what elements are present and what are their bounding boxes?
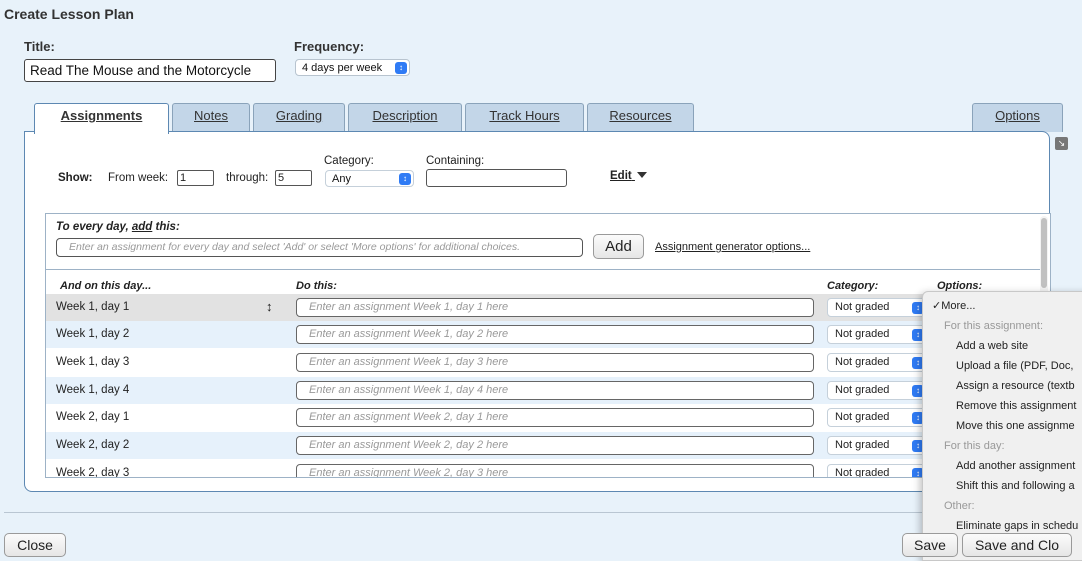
assignment-input[interactable]: Enter an assignment Week 1, day 3 here <box>296 353 814 372</box>
category-filter-value: Any <box>332 173 351 185</box>
table-row[interactable]: Week 1, day 4 Enter an assignment Week 1… <box>46 377 946 404</box>
row-day-label: Week 2, day 3 <box>56 467 130 478</box>
row-day-label: Week 1, day 3 <box>56 356 130 368</box>
close-button[interactable]: Close <box>4 533 66 557</box>
table-row[interactable]: Week 2, day 1 Enter an assignment Week 2… <box>46 404 946 431</box>
title-label: Title: <box>24 39 55 54</box>
row-category-value: Not graded <box>835 467 890 478</box>
page-title: Create Lesson Plan <box>4 6 134 22</box>
menu-item-more-label: More... <box>941 300 976 312</box>
tab-notes[interactable]: Notes <box>172 103 250 132</box>
chevron-updown-icon: ↕ <box>399 173 411 185</box>
divider <box>46 269 1041 270</box>
row-day-label: Week 2, day 1 <box>56 411 130 423</box>
row-category-select[interactable]: Not graded ↕ <box>827 353 927 372</box>
from-week-input[interactable]: 1 <box>177 170 214 186</box>
row-category-value: Not graded <box>835 439 890 451</box>
frequency-select[interactable]: 4 days per week ↕ <box>295 59 410 76</box>
row-category-value: Not graded <box>835 411 890 423</box>
menu-item-assign-resource[interactable]: Assign a resource (textb <box>956 376 1082 396</box>
assignment-input[interactable]: Enter an assignment Week 1, day 4 here <box>296 381 814 400</box>
row-day-label: Week 1, day 1 <box>56 301 130 313</box>
footer-divider <box>4 512 1078 513</box>
options-dropdown-menu: ✓More... For this assignment: Add a web … <box>922 291 1082 561</box>
frequency-value: 4 days per week <box>302 62 383 74</box>
containing-label: Containing: <box>426 155 485 167</box>
frequency-label: Frequency: <box>294 39 365 54</box>
show-label: Show: <box>58 172 93 184</box>
table-row[interactable]: Week 1, day 3 Enter an assignment Week 1… <box>46 349 946 376</box>
every-day-label: To every day, add this: <box>56 221 180 233</box>
through-week-input[interactable]: 5 <box>275 170 312 186</box>
save-and-close-button[interactable]: Save and Clo <box>962 533 1072 557</box>
assignment-input[interactable]: Enter an assignment Week 1, day 1 here <box>296 298 814 317</box>
assignment-list-box: To every day, add this: Enter an assignm… <box>45 213 1051 478</box>
assignment-input[interactable]: Enter an assignment Week 2, day 2 here <box>296 436 814 455</box>
from-week-label: From week: <box>108 172 169 184</box>
row-category-select[interactable]: Not graded ↕ <box>827 436 927 455</box>
tab-grading[interactable]: Grading <box>253 103 345 132</box>
category-filter-select[interactable]: Any ↕ <box>325 170 414 187</box>
row-category-select[interactable]: Not graded ↕ <box>827 381 927 400</box>
menu-item-upload-file[interactable]: Upload a file (PDF, Doc, <box>956 356 1082 376</box>
assignment-input[interactable]: Enter an assignment Week 2, day 1 here <box>296 408 814 427</box>
caret-down-icon <box>636 172 647 178</box>
row-category-select[interactable]: Not graded ↕ <box>827 325 927 344</box>
row-category-select[interactable]: Not graded ↕ <box>827 408 927 427</box>
row-day-label: Week 1, day 4 <box>56 384 130 396</box>
row-day-label: Week 1, day 2 <box>56 328 130 340</box>
row-category-value: Not graded <box>835 356 890 368</box>
row-category-select[interactable]: Not graded ↕ <box>827 464 927 478</box>
tab-options[interactable]: Options <box>972 103 1063 132</box>
table-row[interactable]: Week 1, day 1 ↕ Enter an assignment Week… <box>46 294 946 321</box>
menu-header-other: Other: <box>944 500 975 512</box>
row-category-value: Not graded <box>835 384 890 396</box>
menu-item-remove-assignment[interactable]: Remove this assignment <box>956 396 1082 416</box>
row-category-value: Not graded <box>835 328 890 340</box>
table-row[interactable]: Week 1, day 2 Enter an assignment Week 1… <box>46 321 946 348</box>
edit-label: Edit <box>610 170 632 182</box>
menu-item-add-website[interactable]: Add a web site <box>956 336 1082 356</box>
column-category: Category: <box>827 280 879 292</box>
menu-item-move-assignment[interactable]: Move this one assignme <box>956 416 1082 436</box>
tab-description[interactable]: Description <box>348 103 462 132</box>
column-do-this: Do this: <box>296 280 337 292</box>
menu-header-assignment: For this assignment: <box>944 320 1044 332</box>
menu-item-shift-following[interactable]: Shift this and following a <box>956 476 1082 496</box>
table-row[interactable]: Week 2, day 3 Enter an assignment Week 2… <box>46 460 946 478</box>
row-category-select[interactable]: Not graded ↕ <box>827 298 927 317</box>
row-day-label: Week 2, day 2 <box>56 439 130 451</box>
tab-assignments[interactable]: Assignments <box>34 103 169 134</box>
through-label: through: <box>226 172 269 184</box>
edit-menu-button[interactable]: Edit <box>610 170 647 182</box>
menu-header-day: For this day: <box>944 440 1005 452</box>
row-category-value: Not graded <box>835 301 890 313</box>
tab-resources[interactable]: Resources <box>587 103 694 132</box>
every-day-input[interactable]: Enter an assignment for every day and se… <box>56 238 583 257</box>
add-button[interactable]: Add <box>593 234 644 259</box>
category-label: Category: <box>324 155 374 167</box>
scrollbar-thumb[interactable] <box>1041 218 1047 288</box>
tab-track-hours[interactable]: Track Hours <box>465 103 584 132</box>
table-row[interactable]: Week 2, day 2 Enter an assignment Week 2… <box>46 432 946 459</box>
menu-item-more[interactable]: ✓More... <box>932 296 1082 316</box>
title-input[interactable]: Read The Mouse and the Motorcycle <box>24 59 276 82</box>
assignment-input[interactable]: Enter an assignment Week 2, day 3 here <box>296 464 814 477</box>
menu-item-add-another[interactable]: Add another assignment <box>956 456 1082 476</box>
drag-handle-icon[interactable]: ↕ <box>266 299 273 314</box>
column-day: And on this day... <box>60 280 152 292</box>
assignment-generator-link[interactable]: Assignment generator options... <box>655 241 810 253</box>
save-button[interactable]: Save <box>902 533 958 557</box>
containing-input[interactable] <box>426 169 567 187</box>
resize-icon[interactable]: ↘ <box>1055 137 1068 150</box>
assignment-input[interactable]: Enter an assignment Week 1, day 2 here <box>296 325 814 344</box>
chevron-updown-icon: ↕ <box>395 62 407 74</box>
